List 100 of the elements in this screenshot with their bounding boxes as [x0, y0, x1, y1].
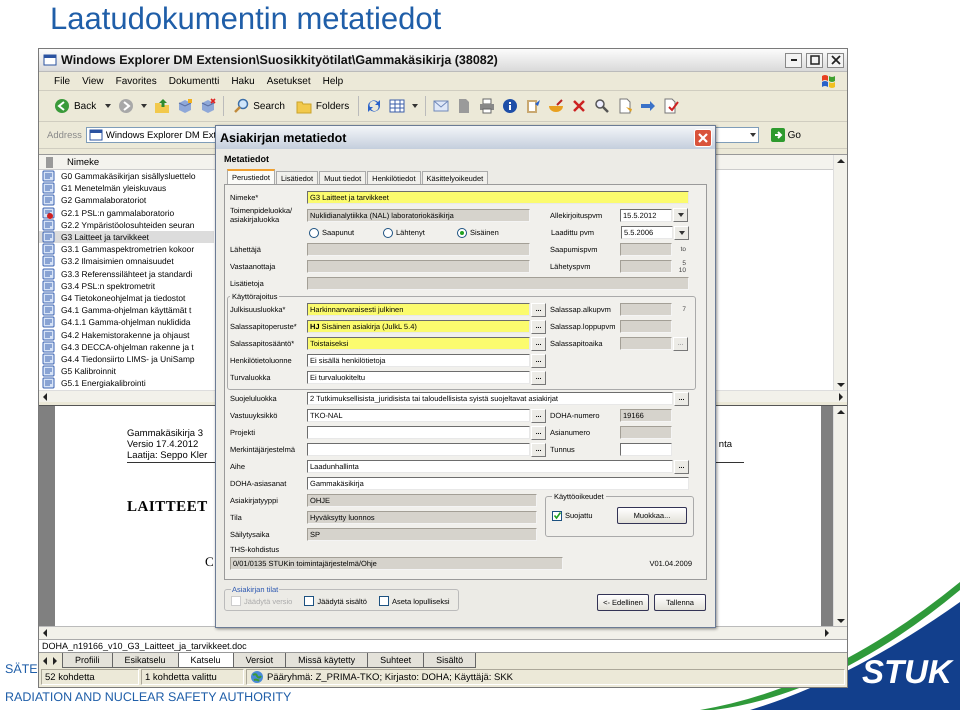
caret-icon[interactable] — [412, 103, 418, 109]
input-field[interactable] — [307, 443, 530, 456]
input-field[interactable] — [620, 426, 672, 439]
box-icon[interactable] — [177, 98, 194, 114]
arrow-left-icon — [41, 628, 49, 638]
menu-item[interactable]: Asetukset — [260, 76, 317, 86]
file-name: DOHA_n19166_v10_G3_Laitteet_ja_tarvikkeet.doc — [39, 639, 847, 652]
dropdown-button[interactable] — [673, 208, 688, 222]
input-field[interactable] — [307, 243, 530, 256]
document-text: Laatija: Seppo Kler — [127, 450, 208, 461]
list-item[interactable]: G2.2 Ympäristöolosuhteiden seuran — [39, 218, 214, 231]
list-item[interactable]: G3.3 Referenssilähteet ja standardi — [39, 268, 214, 280]
tab[interactable]: Missä käytetty — [285, 653, 368, 668]
list-item[interactable]: G4.4 Tiedonsiirto LIMS- ja UniSamp — [39, 352, 214, 365]
list-item[interactable]: G0 Gammakäsikirjan sisällysluettelo — [39, 170, 214, 182]
list-item[interactable]: G4 Tietokoneohjelmat ja tiedostot — [39, 292, 214, 304]
bowl-icon[interactable] — [548, 98, 564, 114]
info-icon[interactable] — [502, 98, 518, 114]
printer-icon[interactable] — [479, 98, 496, 114]
back-button[interactable]: Back — [52, 98, 98, 114]
cross-icon[interactable] — [571, 98, 588, 114]
list-item[interactable]: G3.4 PSL:n spektrometrit — [39, 280, 214, 292]
input-field[interactable] — [307, 260, 530, 273]
list-item[interactable]: G4.3 DECCA-ohjelman rakenne ja t — [39, 340, 214, 353]
arrow-icon[interactable] — [640, 98, 656, 114]
minimize-button[interactable] — [785, 52, 802, 68]
grid-icon[interactable] — [389, 98, 406, 114]
box-delete-icon[interactable] — [200, 98, 216, 114]
list-item[interactable]: G4.1 Gamma-ohjelman käyttämät t — [39, 304, 214, 316]
tab[interactable]: Profiili — [62, 653, 113, 668]
document-icon — [43, 156, 53, 168]
column-header[interactable]: Nimeke — [67, 156, 100, 168]
list-item[interactable]: G5.1 Energiakalibrointi — [39, 377, 214, 390]
list-item[interactable]: G2.1 PSL:n gammalaboratorio — [39, 206, 214, 219]
tab[interactable]: Esikatselu — [112, 653, 179, 668]
arrow-left-icon — [41, 392, 49, 402]
document-text: Gammakäsikirja 3 — [127, 428, 204, 439]
arrow-left-icon[interactable] — [41, 656, 49, 666]
folder-up-icon[interactable] — [154, 98, 170, 114]
close-button[interactable] — [827, 52, 844, 68]
menu-item[interactable]: File — [48, 76, 76, 86]
arrow-right-icon[interactable] — [51, 656, 59, 666]
list-item[interactable]: G1 Menetelmän yleiskuvaus — [39, 182, 214, 194]
logo-text: STUK — [862, 654, 952, 690]
document-check-icon[interactable] — [663, 98, 680, 114]
network-icon — [250, 670, 264, 684]
caret-icon — [678, 212, 684, 218]
input-field[interactable] — [620, 260, 672, 273]
list-item[interactable]: G5 Kalibroinnit — [39, 365, 214, 378]
input-field[interactable] — [307, 426, 530, 439]
clipboard-icon[interactable] — [525, 98, 542, 114]
go-button[interactable]: Go — [770, 128, 801, 142]
menu-item[interactable]: View — [76, 76, 110, 86]
maximize-button[interactable] — [806, 52, 823, 68]
document-icon[interactable] — [617, 98, 634, 114]
arrow-right-icon — [823, 628, 831, 638]
section-heading: Metatiedot — [224, 153, 269, 166]
input-field[interactable] — [620, 243, 672, 256]
status-text: 52 kohdetta — [45, 672, 95, 682]
document-text: Versio 17.4.2012 — [127, 439, 200, 450]
menu-item[interactable]: Haku — [225, 76, 261, 86]
checkmark-icon — [552, 511, 562, 520]
list-item[interactable]: G3 Laitteet ja tarvikkeet — [39, 230, 214, 244]
list-item[interactable]: G4.2 Hakemistorakenne ja ohjaust — [39, 328, 214, 341]
menu-item[interactable]: Favorites — [110, 76, 163, 86]
list-item[interactable]: G3.1 Gammaspektrometrien kokoor — [39, 243, 214, 256]
tab[interactable]: Versiot — [232, 653, 286, 668]
envelope-icon[interactable] — [433, 98, 450, 114]
search-button[interactable]: Search — [231, 98, 287, 114]
back-icon — [54, 98, 70, 114]
search-icon — [233, 98, 250, 114]
caret-icon[interactable] — [141, 103, 148, 109]
list-item[interactable]: G3.2 Ilmaisimien omnaisuudet — [39, 255, 214, 268]
slide-title: Laatudokumentin metatiedot — [49, 0, 442, 38]
folders-button[interactable]: Folders — [294, 98, 352, 114]
caret-icon — [750, 132, 756, 138]
menu-item[interactable]: Help — [316, 76, 350, 86]
status-text: Pääryhmä: Z_PRIMA-TKO; Kirjasto: DOHA; Käyttäjä: SKK — [267, 672, 514, 682]
refresh-icon[interactable] — [366, 98, 382, 114]
input-field[interactable] — [620, 303, 672, 316]
input-field[interactable] — [307, 277, 689, 290]
close-icon — [697, 132, 709, 144]
go-icon — [770, 128, 785, 142]
tab[interactable]: Katselu — [178, 653, 234, 668]
minimize-icon — [790, 59, 796, 61]
maximize-icon — [808, 54, 820, 66]
footer-text: RADIATION AND NUCLEAR SAFETY AUTHORITY — [5, 690, 292, 704]
list-item[interactable]: G2 Gammalaboratoriot — [39, 194, 214, 207]
list-item[interactable]: G4.1.1 Gamma-ohjelman nuklidida — [39, 316, 214, 328]
menu-item[interactable]: Dokumentti — [162, 76, 226, 86]
tab[interactable]: Suhteet — [367, 653, 424, 668]
input-field[interactable] — [620, 443, 672, 456]
dropdown-button[interactable] — [674, 226, 689, 240]
input-field[interactable] — [620, 337, 672, 350]
tab[interactable]: Sisältö — [423, 653, 476, 668]
magnifier-icon[interactable] — [594, 98, 610, 114]
input-field[interactable] — [620, 320, 672, 333]
caret-icon[interactable] — [105, 103, 112, 109]
close-icon — [830, 54, 842, 66]
caret-icon — [678, 230, 684, 236]
